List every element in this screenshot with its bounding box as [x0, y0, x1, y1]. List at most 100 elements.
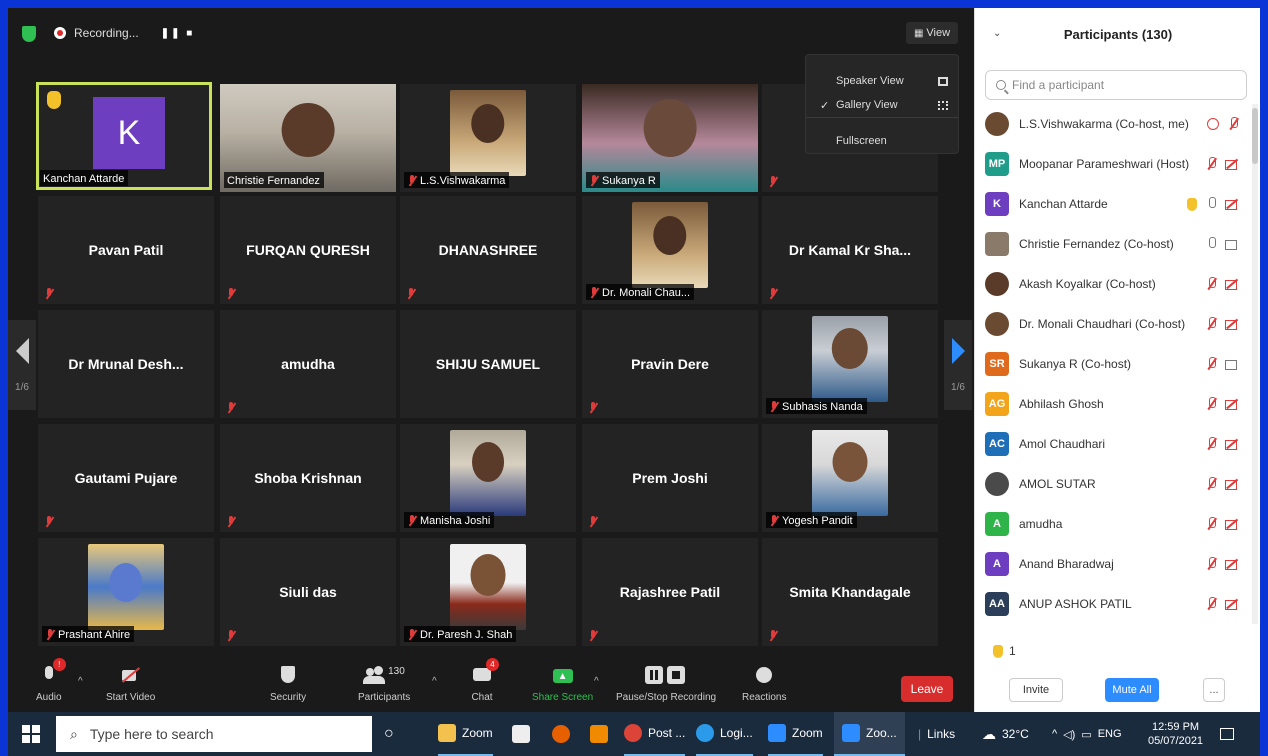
video-tile[interactable]: Pavan Patil — [38, 196, 214, 304]
taskbar-app-zoom-folder[interactable]: Zoom — [438, 712, 493, 756]
participant-list-scrollbar[interactable] — [1252, 104, 1258, 624]
menu-item-gallery-view[interactable]: ✓ Gallery View — [806, 93, 958, 117]
windows-logo-icon — [22, 725, 40, 743]
reactions-button[interactable]: Reactions — [742, 664, 786, 703]
pause-stop-recording-button[interactable]: Pause/Stop Recording — [616, 664, 716, 703]
next-page-button[interactable]: 1/6 — [944, 320, 972, 410]
recording-icon — [1207, 118, 1219, 130]
participants-options-caret[interactable]: ^ — [432, 676, 437, 687]
edge-icon — [696, 724, 714, 742]
video-tile[interactable]: Sukanya R — [582, 84, 758, 192]
leave-button[interactable]: Leave — [901, 676, 953, 702]
start-video-button[interactable]: Start Video — [106, 664, 155, 703]
video-tile[interactable]: amudha — [220, 310, 396, 418]
recording-controls[interactable]: ❚❚ ■ — [161, 28, 195, 39]
video-tile[interactable]: SHIJU SAMUEL — [400, 310, 576, 418]
taskbar-app-zoom-active[interactable]: Zoo... — [834, 712, 905, 756]
security-button[interactable]: Security — [270, 664, 306, 703]
fullscreen-label: Fullscreen — [836, 135, 887, 147]
video-tile[interactable]: Prashant Ahire — [38, 538, 214, 646]
previous-page-button[interactable]: 1/6 — [8, 320, 36, 410]
video-tile[interactable]: Dr Kamal Kr Sha... — [762, 196, 938, 304]
pause-stop-icon — [645, 664, 687, 686]
muted-mic-icon — [226, 516, 236, 528]
view-button[interactable]: ▦ View — [906, 22, 958, 44]
video-tile[interactable]: Gautami Pujare — [38, 424, 214, 532]
share-options-caret[interactable]: ^ — [594, 676, 599, 687]
cortana-button[interactable]: ○ — [384, 712, 394, 756]
video-tile[interactable]: Siuli das — [220, 538, 396, 646]
system-tray[interactable]: ^ ◁) ▭ ENG — [1052, 712, 1122, 756]
participant-video — [812, 316, 888, 402]
tile-name-label: Christie Fernandez — [224, 172, 324, 188]
notifications-button[interactable] — [1220, 712, 1234, 756]
clock[interactable]: 12:59 PM 05/07/2021 — [1148, 712, 1203, 756]
video-off-icon — [1225, 478, 1239, 490]
mute-all-button[interactable]: Mute All — [1105, 678, 1159, 702]
video-tile[interactable]: DHANASHREE — [400, 196, 576, 304]
video-tile[interactable]: Shoba Krishnan — [220, 424, 396, 532]
more-options-button[interactable]: ... — [1203, 678, 1225, 702]
chevron-up-icon: ^ — [1052, 728, 1058, 740]
links-toolbar[interactable]: | Links — [918, 712, 955, 756]
avatar — [985, 232, 1009, 256]
video-tile[interactable]: Smita Khandagale — [762, 538, 938, 646]
participant-search-input[interactable]: Find a participant — [985, 70, 1247, 100]
video-off-icon — [120, 664, 142, 686]
video-tile[interactable]: Subhasis Nanda — [762, 310, 938, 418]
start-button[interactable] — [22, 712, 40, 756]
video-tile[interactable]: Dr Mrunal Desh... — [38, 310, 214, 418]
taskbar-search-placeholder: Type here to search — [89, 726, 214, 742]
participant-row[interactable]: A Anand Bharadwaj — [975, 544, 1253, 584]
participant-row[interactable]: AC Amol Chaudhari — [975, 424, 1253, 464]
speaker-view-label: Speaker View — [836, 75, 904, 87]
share-screen-button[interactable]: ▲ Share Screen — [532, 664, 593, 703]
taskbar-app-zoom[interactable]: Zoom — [768, 712, 823, 756]
taskbar-search-input[interactable]: ⌕ Type here to search — [56, 716, 372, 752]
participant-row[interactable]: AMOL SUTAR — [975, 464, 1253, 504]
audio-options-caret[interactable]: ^ — [78, 676, 83, 687]
taskbar-app-store[interactable] — [512, 712, 530, 756]
menu-item-speaker-view[interactable]: Speaker View — [806, 69, 958, 93]
menu-item-fullscreen[interactable]: Fullscreen — [806, 129, 958, 153]
audio-button[interactable]: ! Audio — [36, 658, 66, 703]
participant-row[interactable]: Akash Koyalkar (Co-host) — [975, 264, 1253, 304]
video-tile[interactable]: Christie Fernandez — [220, 84, 396, 192]
taskbar-app-vlc[interactable] — [590, 712, 608, 756]
participants-button[interactable]: 130 Participants — [358, 664, 410, 703]
video-tile[interactable]: Pravin Dere — [582, 310, 758, 418]
taskbar-app-edge[interactable]: Logi... — [696, 712, 753, 756]
participant-row[interactable]: AA ANUP ASHOK PATIL — [975, 584, 1253, 624]
video-tile[interactable]: Dr. Paresh J. Shah — [400, 538, 576, 646]
taskbar-app-firefox[interactable] — [552, 712, 570, 756]
participant-row[interactable]: MP Moopanar Parameshwari (Host) — [975, 144, 1253, 184]
video-tile[interactable]: FURQAN QURESH — [220, 196, 396, 304]
grid-icon: ▦ — [913, 27, 924, 39]
participant-row[interactable]: SR Sukanya R (Co-host) — [975, 344, 1253, 384]
muted-mic-icon — [44, 516, 54, 528]
weather-widget[interactable]: ☁ 32°C — [982, 712, 1029, 756]
taskbar-app-chrome[interactable]: Post ... — [624, 712, 686, 756]
tile-name-label: Sukanya R — [586, 172, 660, 188]
participant-row[interactable]: AG Abhilash Ghosh — [975, 384, 1253, 424]
invite-button[interactable]: Invite — [1009, 678, 1063, 702]
participant-row[interactable]: L.S.Vishwakarma (Co-host, me) — [975, 104, 1253, 144]
view-dropdown-menu: Speaker View ✓ Gallery View Fullscreen — [805, 54, 959, 154]
participant-name: amudha — [281, 356, 335, 372]
video-tile[interactable]: K Kanchan Attarde — [36, 82, 212, 190]
video-tile[interactable]: Rajashree Patil — [582, 538, 758, 646]
video-tile[interactable]: Manisha Joshi — [400, 424, 576, 532]
video-tile[interactable]: L.S.Vishwakarma — [400, 84, 576, 192]
participant-row[interactable]: K Kanchan Attarde — [975, 184, 1253, 224]
chevron-down-icon[interactable]: ⌄ — [993, 28, 1001, 39]
participant-row[interactable]: A amudha — [975, 504, 1253, 544]
chat-button[interactable]: 4 Chat — [471, 658, 499, 703]
video-tile[interactable]: Prem Joshi — [582, 424, 758, 532]
video-tile[interactable]: Yogesh Pandit — [762, 424, 938, 532]
participant-row[interactable]: Dr. Monali Chaudhari (Co-host) — [975, 304, 1253, 344]
security-shield-icon[interactable] — [22, 26, 36, 42]
zoom-window: Recording... ❚❚ ■ ▦ View Speaker View ✓ … — [8, 8, 1260, 712]
participant-row[interactable]: Christie Fernandez (Co-host) — [975, 224, 1253, 264]
video-off-icon — [1225, 158, 1239, 170]
video-tile[interactable]: Dr. Monali Chau... — [582, 196, 758, 304]
